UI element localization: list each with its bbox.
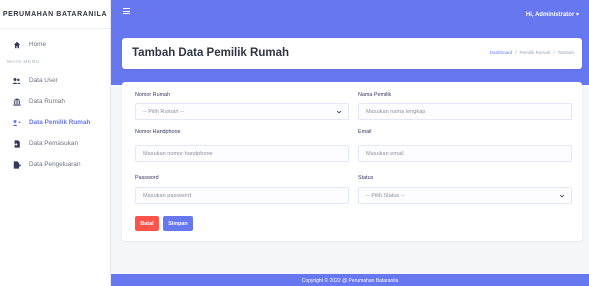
- sidebar-item-label: Home: [29, 41, 47, 48]
- sidebar-item-data-pengeluaran[interactable]: Data Pengeluaran: [0, 154, 110, 175]
- nama-pemilik-label: Nama Pemilik: [358, 92, 392, 98]
- sidebar-item-data-pemilik-rumah[interactable]: Data Pemilik Rumah: [0, 112, 110, 133]
- status-select[interactable]: -- Pilih Status --: [358, 187, 572, 204]
- menu-section-header: MAIN MENU: [7, 60, 40, 65]
- building-icon: [12, 97, 21, 106]
- nomor-rumah-select[interactable]: -- Pilih Rumah --: [135, 103, 349, 120]
- password-input[interactable]: Masukan password: [135, 187, 349, 204]
- breadcrumb-pemilik-rumah: Pemilik Rumah: [519, 50, 551, 55]
- sidebar-item-label: Data Pemasukan: [29, 140, 79, 147]
- nomor-rumah-value: -- Pilih Rumah --: [143, 108, 184, 115]
- status-value: -- Pilih Status --: [366, 192, 405, 199]
- sidebar-item-home[interactable]: Home: [0, 34, 110, 55]
- email-input[interactable]: Masukan email: [358, 145, 572, 162]
- chevron-down-icon: [559, 194, 565, 198]
- nomor-handphone-label: Nomor Handphone: [135, 129, 181, 135]
- footer: Copyright © 2022 @ Perumahan Bataranila: [111, 274, 589, 286]
- breadcrumb-separator: /: [553, 50, 555, 55]
- breadcrumb-tambah: Tambah: [557, 50, 574, 55]
- sidebar-item-data-user[interactable]: Data User: [0, 70, 110, 91]
- chevron-down-icon: [336, 110, 342, 114]
- brand-logo[interactable]: PERUMAHAN BATARANILA: [0, 0, 110, 29]
- sidebar-item-label: Data User: [29, 77, 58, 84]
- menu-toggle-icon[interactable]: [123, 8, 130, 14]
- user-plus-icon: [12, 118, 21, 127]
- user-dropdown[interactable]: Hi, Administrator ▾: [526, 11, 579, 18]
- page-title: Tambah Data Pemilik Rumah: [132, 47, 289, 59]
- breadcrumb: Dashboard / Pemilik Rumah / Tambah: [490, 50, 574, 55]
- sidebar-item-data-rumah[interactable]: Data Rumah: [0, 91, 110, 112]
- breadcrumb-dashboard[interactable]: Dashboard: [490, 50, 512, 55]
- home-icon: [12, 40, 21, 49]
- sidebar: PERUMAHAN BATARANILA Home MAIN MENU Data…: [0, 0, 111, 286]
- section-header: Tambah Data Pemilik Rumah Dashboard / Pe…: [122, 38, 582, 69]
- sidebar-item-label: Data Pemilik Rumah: [29, 119, 91, 126]
- status-label: Status: [358, 175, 374, 181]
- password-label: Password: [135, 175, 159, 181]
- nama-pemilik-input[interactable]: Masukan nama lengkap: [358, 103, 572, 120]
- sidebar-menu: Home MAIN MENU Data User Data Rumah Data…: [0, 34, 110, 175]
- file-export-icon: [12, 160, 21, 169]
- sidebar-item-data-pemasukan[interactable]: Data Pemasukan: [0, 133, 110, 154]
- users-icon: [12, 76, 21, 85]
- breadcrumb-separator: /: [515, 50, 517, 55]
- nomor-rumah-label: Nomor Rumah: [135, 92, 171, 98]
- file-import-icon: [12, 139, 21, 148]
- form-card: Nomor Rumah -- Pilih Rumah -- Nama Pemil…: [122, 82, 582, 241]
- sidebar-item-label: Data Pengeluaran: [29, 161, 81, 168]
- save-button[interactable]: Simpan: [163, 216, 193, 231]
- nomor-handphone-input[interactable]: Masukan nomor handphone: [135, 145, 349, 162]
- cancel-button[interactable]: Batal: [135, 216, 159, 231]
- sidebar-item-label: Data Rumah: [29, 98, 65, 105]
- email-label: Email: [358, 129, 372, 135]
